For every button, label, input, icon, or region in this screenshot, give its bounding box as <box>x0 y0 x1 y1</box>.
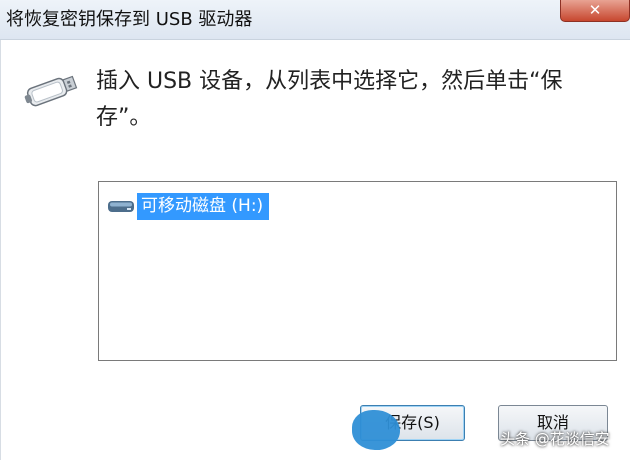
removable-disk-icon <box>108 201 134 212</box>
title-bar: 将恢复密钥保存到 USB 驱动器 ✕ <box>0 0 630 40</box>
close-icon: ✕ <box>588 1 602 19</box>
drive-label: 可移动磁盘 (H:) <box>137 192 270 220</box>
instruction-text: 插入 USB 设备，从列表中选择它，然后单击“保存”。 <box>96 69 563 130</box>
watermark-text: 头条 @花谈信安 <box>500 430 610 448</box>
list-item-drive-h[interactable]: 可移动磁盘 (H:) <box>107 192 270 220</box>
decorative-blob <box>352 410 400 450</box>
close-button[interactable]: ✕ <box>560 0 630 22</box>
drive-list[interactable]: 可移动磁盘 (H:) <box>98 181 617 361</box>
window-title: 将恢复密钥保存到 USB 驱动器 <box>6 9 253 30</box>
usb-drive-icon <box>24 75 78 107</box>
